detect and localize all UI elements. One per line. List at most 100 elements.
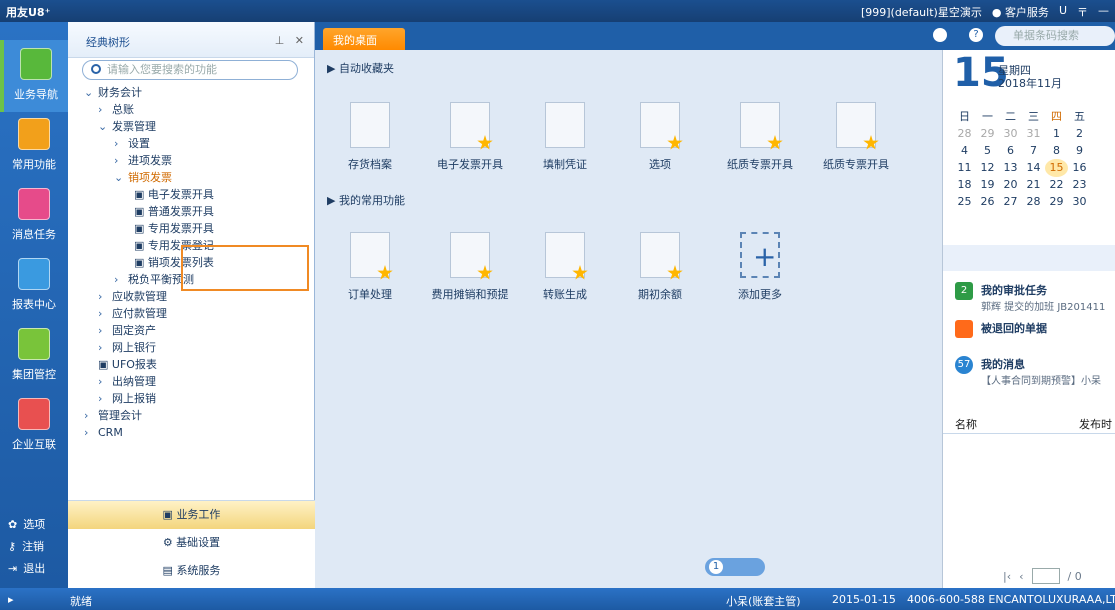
calendar-row: 18 19 20 21 22 23 xyxy=(957,178,1087,191)
calendar-row: 4 5 6 7 8 9 xyxy=(961,144,1083,157)
status-bar: ▸ 就绪 小呆(账套主管) 2015-01-15 4006-600-588 EN… xyxy=(0,588,1115,610)
pin-button[interactable]: ⊥ xyxy=(275,34,285,47)
tile-cost-amortization[interactable]: 费用摊销和预提 xyxy=(425,232,515,302)
notebook-pen-icon xyxy=(545,102,585,148)
tree-item-invoice[interactable]: ⌄ 发票管理 xyxy=(68,118,300,135)
calendar-header-row: 日 一 二 三 四 五 xyxy=(959,110,1085,123)
right-strip xyxy=(943,245,1115,271)
tile-order-processing[interactable]: 订单处理 xyxy=(325,232,415,302)
module-basic-settings[interactable]: ⚙ 基础设置 xyxy=(68,529,315,557)
tree-list: ⌄ 财务会计 › 总账 ⌄ 发票管理 › 设置 › 进项发票 ⌄ 销项发票 ▣ 电子发票开具… xyxy=(68,84,300,498)
group-icon xyxy=(18,328,50,360)
document-star-icon xyxy=(350,232,393,280)
tile-transfer[interactable]: 转账生成 xyxy=(520,232,610,302)
page-input[interactable] xyxy=(1031,568,1060,584)
calendar-year-month: 2018年11月 xyxy=(998,77,1062,90)
tree-item-general-invoice[interactable]: ▣ 普通发票开具 xyxy=(68,203,300,220)
tree-item-cashier[interactable]: › 出纳管理 xyxy=(68,373,300,390)
tile-voucher[interactable]: 填制凭证 xyxy=(520,102,610,172)
calendar-grid: 日 一 二 三 四 五 28 29 30 31 1 2 4 5 6 7 8 9 … xyxy=(953,108,1113,210)
common-title: ▶ 我的常用功能 xyxy=(327,194,405,207)
doc-icon: ▣ xyxy=(134,256,148,269)
nav-business[interactable]: 业务导航 xyxy=(0,40,68,112)
left-navigation: 业务导航 常用功能 消息任务 报表中心 集团管控 企业互联 ✿ 选项 ⚷ 注销 ⇥ 退… xyxy=(0,22,68,588)
nav-common[interactable]: 常用功能 xyxy=(0,110,68,182)
tree-search-input[interactable]: 请输入您要搜索的功能 xyxy=(82,60,298,80)
tree-item-einvoice[interactable]: ▣ 电子发票开具 xyxy=(68,186,300,203)
options-button[interactable]: ✿ 选项 xyxy=(8,516,45,532)
module-system-service[interactable]: ▤ 系统服务 xyxy=(68,557,315,585)
task-returned[interactable]: 被退回的单据 xyxy=(955,320,1047,338)
page-dot[interactable]: 1 xyxy=(709,560,723,574)
tree-item-settings[interactable]: › 设置 xyxy=(68,135,300,152)
gear-icon: ⚙ xyxy=(162,536,177,549)
tree-item-ufo[interactable]: ▣ UFO报表 xyxy=(68,356,300,373)
tab-bar: 我的桌面 ? 单据条码搜索 xyxy=(315,22,1115,50)
account-label[interactable]: [999](default)星空演示 xyxy=(861,4,982,20)
status-ready: 就绪 xyxy=(70,595,92,608)
tile-options[interactable]: 选项 xyxy=(615,102,705,172)
search-icon xyxy=(91,64,101,74)
doc-icon: ▣ xyxy=(134,188,148,201)
tree-item-payables[interactable]: › 应付款管理 xyxy=(68,305,300,322)
document-star-icon xyxy=(740,102,783,150)
prev-page-button[interactable]: ‹ xyxy=(1019,570,1023,583)
task-approval[interactable]: 2 我的审批任务 郭辉 提交的加班 JB201411 xyxy=(955,282,1105,313)
plus-icon xyxy=(740,232,780,278)
tile-einvoice[interactable]: 电子发票开具 xyxy=(425,102,515,172)
tree-item-management[interactable]: › 管理会计 xyxy=(68,407,300,424)
calendar-row: 11 12 13 14 15 16 xyxy=(953,159,1113,177)
smile-icon[interactable] xyxy=(933,28,947,42)
calendar-row: 25 26 27 28 29 30 xyxy=(957,195,1087,208)
approval-icon: 2 xyxy=(955,282,973,300)
service-icon: ▤ xyxy=(162,564,177,577)
tab-my-desktop[interactable]: 我的桌面 xyxy=(323,28,405,50)
barcode-search-input[interactable]: 单据条码搜索 xyxy=(995,26,1115,46)
status-user: 小呆(账套主管) xyxy=(726,595,801,608)
settings-menu[interactable]: 〒 xyxy=(1077,4,1088,20)
doc-icon: ▣ xyxy=(134,222,148,235)
doc-icon: ▣ xyxy=(134,205,148,218)
tree-item-fixed-assets[interactable]: › 固定资产 xyxy=(68,322,300,339)
tile-paper-special-1[interactable]: 纸质专票开具 xyxy=(715,102,805,172)
logout-button[interactable]: ⚷ 注销 xyxy=(8,538,44,554)
tree-item-finance[interactable]: ⌄ 财务会计 xyxy=(68,84,300,101)
nav-group[interactable]: 集团管控 xyxy=(0,320,68,392)
exit-icon: ⇥ xyxy=(8,561,18,575)
tree-item-ledger[interactable]: › 总账 xyxy=(68,101,300,118)
nav-messages[interactable]: 消息任务 xyxy=(0,180,68,252)
tree-item-special-invoice[interactable]: ▣ 专用发票开具 xyxy=(68,220,300,237)
status-company: 4006-600-588 ENCANTOLUXURAAA,LTD xyxy=(907,593,1115,606)
tree-item-online-bank[interactable]: › 网上银行 xyxy=(68,339,300,356)
module-tabs: ▣ 业务工作 ⚙ 基础设置 ▤ 系统服务 xyxy=(68,500,315,588)
service-icon: ● xyxy=(991,6,1002,19)
tile-inventory[interactable]: 存货档案 xyxy=(325,102,415,172)
doc-icon: ▣ xyxy=(134,239,148,252)
service-menu[interactable]: ● 客户服务 xyxy=(992,4,1049,20)
highlight-box xyxy=(181,245,309,291)
tree-item-crm[interactable]: › CRM xyxy=(68,424,300,441)
document-star-icon xyxy=(640,232,683,280)
nav-connect[interactable]: 企业互联 xyxy=(0,390,68,462)
page-indicator[interactable]: 1 xyxy=(705,558,765,576)
document-star-icon xyxy=(450,232,493,280)
tile-paper-special-2[interactable]: 纸质专票开具 xyxy=(811,102,901,172)
tree-item-output-invoice[interactable]: ⌄ 销项发票 xyxy=(68,169,300,186)
task-messages[interactable]: 57 我的消息 【人事合同到期预警】小呆 xyxy=(955,356,1101,387)
document-star-icon xyxy=(836,102,879,150)
tile-add-more[interactable]: 添加更多 xyxy=(715,232,805,302)
nav-reports[interactable]: 报表中心 xyxy=(0,250,68,322)
exit-button[interactable]: ⇥ 退出 xyxy=(8,560,45,576)
tree-item-online-expense[interactable]: › 网上报销 xyxy=(68,390,300,407)
minimize-button[interactable]: — xyxy=(1098,4,1109,20)
help-icon[interactable]: ? xyxy=(969,28,983,42)
tile-opening-balance[interactable]: 期初余额 xyxy=(615,232,705,302)
close-button[interactable]: ✕ xyxy=(295,34,304,47)
today-marker[interactable]: 15 xyxy=(1045,159,1068,177)
tree-item-input-invoice[interactable]: › 进项发票 xyxy=(68,152,300,169)
status-expand-icon[interactable]: ▸ xyxy=(8,593,14,606)
module-business-work[interactable]: ▣ 业务工作 xyxy=(68,501,315,529)
u-menu[interactable]: U xyxy=(1059,4,1067,20)
first-page-button[interactable]: |‹ xyxy=(1003,570,1011,583)
tree-header-buttons: ⊥ ✕ xyxy=(275,34,304,47)
